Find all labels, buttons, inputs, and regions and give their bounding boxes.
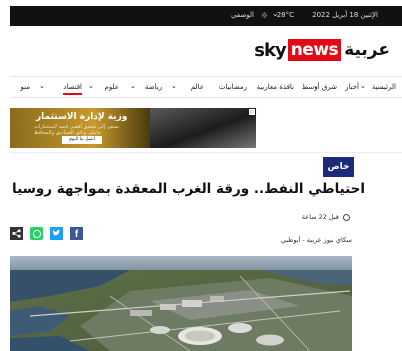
- nav-item-more[interactable]: منو: [21, 83, 30, 91]
- chevron-down-icon: ⌄: [130, 82, 136, 90]
- nav-item-science[interactable]: علوم: [105, 83, 119, 91]
- share-icon[interactable]: [10, 227, 23, 240]
- chevron-down-icon: ⌄: [171, 82, 177, 90]
- temperature-text: 28°C: [276, 11, 294, 19]
- nav-item-middle-east[interactable]: شرق أوسط: [302, 83, 337, 91]
- ad-choices-icon[interactable]: ▷: [249, 109, 255, 115]
- ad-subtitle: نسعى إلى تحقيق أقصى قيمة لاستثمارات حامل…: [34, 124, 119, 136]
- chevron-down-icon: ⌄: [39, 82, 45, 90]
- logo-news: news: [287, 39, 342, 61]
- ad-cta-button[interactable]: اتصل بنا اليوم: [62, 136, 102, 144]
- chevron-down-icon[interactable]: ⌄: [272, 9, 279, 18]
- article-photo: [10, 256, 352, 351]
- date-text: الإثنين 18 أبريل 2022: [312, 11, 378, 19]
- city-selector[interactable]: الوصفي: [231, 11, 254, 19]
- nav-item-sports[interactable]: رياضة: [145, 83, 162, 91]
- page-frame: الإثنين 18 أبريل 2022 28°C ☼ الوصفي ⌄ sk…: [0, 0, 402, 351]
- nav-item-news[interactable]: أخبار: [345, 83, 359, 91]
- clock-icon: [343, 213, 350, 221]
- logo-sky: sky: [254, 39, 286, 61]
- top-bar: الإثنين 18 أبريل 2022 28°C ☼ الوصفي ⌄: [10, 6, 402, 26]
- exclusive-badge: خاص: [323, 157, 354, 177]
- whatsapp-icon[interactable]: [30, 227, 43, 240]
- twitter-icon[interactable]: [50, 227, 63, 240]
- ad-image-panel: [150, 108, 256, 148]
- ad-title: وزية لإدارة الاستثمار: [36, 112, 128, 122]
- chevron-down-icon: ⌄: [360, 82, 366, 90]
- chevron-down-icon: ⌄: [313, 82, 319, 90]
- advertisement-banner[interactable]: وزية لإدارة الاستثمار نسعى إلى تحقيق أقص…: [10, 108, 256, 148]
- divider: [10, 152, 402, 153]
- main-nav: الرئيسية أخبار ⌄ شرق أوسط ⌄ نافذة مغاربي…: [10, 76, 402, 98]
- article-headline: احتياطي النفط.. ورقة الغرب المعقدة بمواج…: [12, 181, 366, 197]
- article-time: قبل 22 ساعة: [200, 213, 350, 221]
- share-bar: f: [10, 227, 83, 242]
- nav-item-maghreb[interactable]: نافذة مغاربية: [257, 83, 294, 91]
- nav-item-world[interactable]: عالم: [191, 83, 204, 91]
- nav-item-economy[interactable]: اقتصاد: [63, 83, 82, 95]
- nav-item-ramadan[interactable]: رمضانيات: [219, 83, 247, 91]
- oil-reserve-aerial-image: [10, 256, 352, 351]
- site-header: sky news عربية: [10, 26, 402, 76]
- nav-item-home[interactable]: الرئيسية: [372, 83, 396, 91]
- sun-icon: ☼: [260, 11, 268, 20]
- time-text: قبل 22 ساعة: [301, 213, 339, 221]
- site-logo[interactable]: sky news عربية: [254, 39, 390, 61]
- logo-arabia: عربية: [344, 40, 390, 60]
- facebook-icon[interactable]: f: [70, 227, 83, 240]
- article-source: سكاي نيوز عربية - أبوظبي: [280, 236, 352, 244]
- chevron-down-icon: ⌄: [88, 82, 94, 90]
